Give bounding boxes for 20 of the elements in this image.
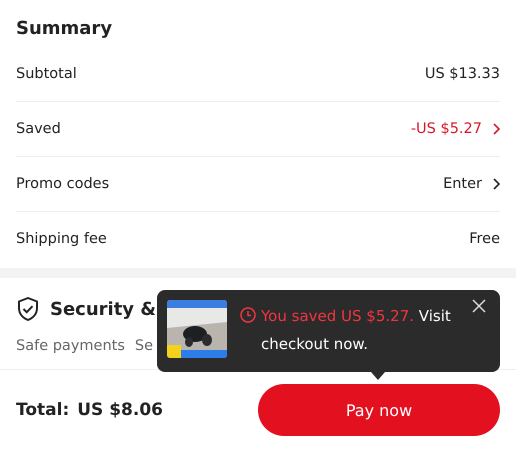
row-label: Subtotal <box>16 66 77 82</box>
savings-message: You saved US $5.27. Visit checkout now. <box>261 306 451 355</box>
row-label: Promo codes <box>16 176 110 192</box>
section-title: Summary <box>16 18 114 39</box>
pay-now-button[interactable]: Pay now <box>258 384 500 436</box>
close-icon[interactable] <box>472 299 486 313</box>
row-label: Saved <box>16 121 61 137</box>
clock-icon <box>240 307 256 323</box>
security-feature: Safe payments <box>16 338 125 354</box>
total-amount: US $8.06 <box>77 400 163 420</box>
row-value: Free <box>469 231 500 247</box>
total-label: Total: <box>16 400 70 420</box>
chevron-icon[interactable] <box>492 178 500 190</box>
row-label: Shipping fee <box>16 231 107 247</box>
security-feature: Se <box>134 338 153 354</box>
row-value: US $13.33 <box>424 66 500 82</box>
row-value: -US $5.27 <box>410 121 482 137</box>
section-title: Security & <box>50 298 156 320</box>
row-value: Enter <box>443 176 482 192</box>
shield-check-icon <box>16 296 40 322</box>
